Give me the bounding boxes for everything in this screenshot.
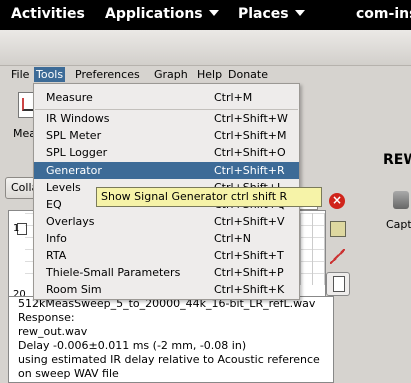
menu-item-shortcut: Ctrl+Shift+P bbox=[214, 266, 284, 279]
close-icon: × bbox=[329, 193, 345, 209]
menu-item-label: Levels bbox=[46, 181, 81, 194]
menu-item-label: RTA bbox=[46, 249, 67, 262]
menu-item-shortcut: Ctrl+Shift+K bbox=[214, 283, 285, 296]
chevron-down-icon bbox=[208, 10, 219, 16]
log-line: on sweep WAV file bbox=[18, 367, 119, 380]
log-line: using estimated IR delay relative to Aco… bbox=[18, 353, 320, 366]
menu-item-shortcut: Ctrl+Shift+O bbox=[214, 146, 286, 159]
menubar: File Tools Preferences Graph Help Donate bbox=[0, 66, 411, 83]
menu-item-label: Room Sim bbox=[46, 283, 102, 296]
capture-label[interactable]: Capt bbox=[386, 218, 411, 231]
menu-item-spl-meter[interactable]: SPL Meter Ctrl+Shift+M bbox=[34, 127, 299, 144]
menu-item-shortcut: Ctrl+Shift+W bbox=[214, 112, 288, 125]
window-name[interactable]: com-ins bbox=[356, 6, 411, 22]
places-menu[interactable]: Places bbox=[238, 6, 305, 22]
menu-tools[interactable]: Tools bbox=[34, 67, 66, 82]
graph-y-label-top: 1 bbox=[13, 223, 20, 234]
menu-item-overlays[interactable]: Overlays Ctrl+Shift+V bbox=[34, 213, 299, 230]
edit-button[interactable] bbox=[326, 218, 348, 240]
menu-item-label: SPL Meter bbox=[46, 129, 102, 142]
edit-icon bbox=[330, 221, 346, 237]
menu-item-room-sim[interactable]: Room Sim Ctrl+Shift+K bbox=[34, 281, 299, 298]
menu-item-generator[interactable]: Generator Ctrl+Shift+R bbox=[34, 162, 299, 179]
menu-preferences[interactable]: Preferences bbox=[73, 67, 142, 82]
menu-help[interactable]: Help bbox=[195, 67, 224, 82]
menu-donate[interactable]: Donate bbox=[226, 67, 270, 82]
generator-tooltip: Show Signal Generator ctrl shift R bbox=[96, 187, 322, 207]
menu-item-info[interactable]: Info Ctrl+N bbox=[34, 230, 299, 247]
close-button[interactable]: × bbox=[326, 190, 348, 212]
menu-item-shortcut: Ctrl+Shift+R bbox=[214, 164, 285, 177]
camera-icon[interactable] bbox=[393, 191, 409, 209]
menu-item-label: Overlays bbox=[46, 215, 95, 228]
menu-item-shortcut: Ctrl+Shift+T bbox=[214, 249, 284, 262]
activities-button[interactable]: Activities bbox=[11, 6, 85, 22]
top-panel: Activities Applications Places com-ins bbox=[0, 0, 411, 30]
places-label: Places bbox=[238, 6, 289, 22]
applications-menu[interactable]: Applications bbox=[105, 6, 219, 22]
menu-item-thiele-small[interactable]: Thiele-Small Parameters Ctrl+Shift+P bbox=[34, 264, 299, 281]
menu-item-spl-logger[interactable]: SPL Logger Ctrl+Shift+O bbox=[34, 144, 299, 161]
menu-item-label: IR Windows bbox=[46, 112, 110, 125]
menu-item-label: Info bbox=[46, 232, 67, 245]
menu-file[interactable]: File bbox=[9, 67, 31, 82]
menu-item-shortcut: Ctrl+Shift+M bbox=[214, 129, 287, 142]
chevron-down-icon bbox=[294, 10, 305, 16]
menu-item-label: EQ bbox=[46, 198, 62, 211]
menu-item-measure[interactable]: Measure Ctrl+M bbox=[34, 89, 299, 106]
log-line: Response: bbox=[18, 311, 75, 324]
menu-item-shortcut: Ctrl+N bbox=[214, 232, 252, 245]
menu-item-label: Generator bbox=[46, 164, 102, 177]
menu-item-shortcut: Ctrl+Shift+V bbox=[214, 215, 285, 228]
applications-label: Applications bbox=[105, 6, 203, 22]
menu-item-label: Thiele-Small Parameters bbox=[46, 266, 181, 279]
menu-item-label: SPL Logger bbox=[46, 146, 108, 159]
rew-title: REW bbox=[383, 152, 411, 168]
menu-item-shortcut: Ctrl+M bbox=[214, 91, 253, 104]
document-button[interactable] bbox=[326, 272, 350, 296]
menu-item-label: Measure bbox=[46, 91, 93, 104]
log-text-area[interactable]: 512kMeasSweep_5_to_20000_44k_16-bit_LR_r… bbox=[8, 296, 334, 383]
log-line: Delay -0.006±0.011 ms (-2 mm, -0.08 in) bbox=[18, 339, 247, 352]
log-line: rew_out.wav bbox=[18, 325, 88, 338]
document-icon bbox=[333, 276, 345, 292]
wand-button[interactable] bbox=[326, 245, 348, 267]
window-titlebar[interactable] bbox=[0, 30, 411, 66]
menu-item-rta[interactable]: RTA Ctrl+Shift+T bbox=[34, 247, 299, 264]
menu-graph[interactable]: Graph bbox=[152, 67, 190, 82]
wand-icon bbox=[330, 249, 345, 264]
menu-item-ir-windows[interactable]: IR Windows Ctrl+Shift+W bbox=[34, 110, 299, 127]
